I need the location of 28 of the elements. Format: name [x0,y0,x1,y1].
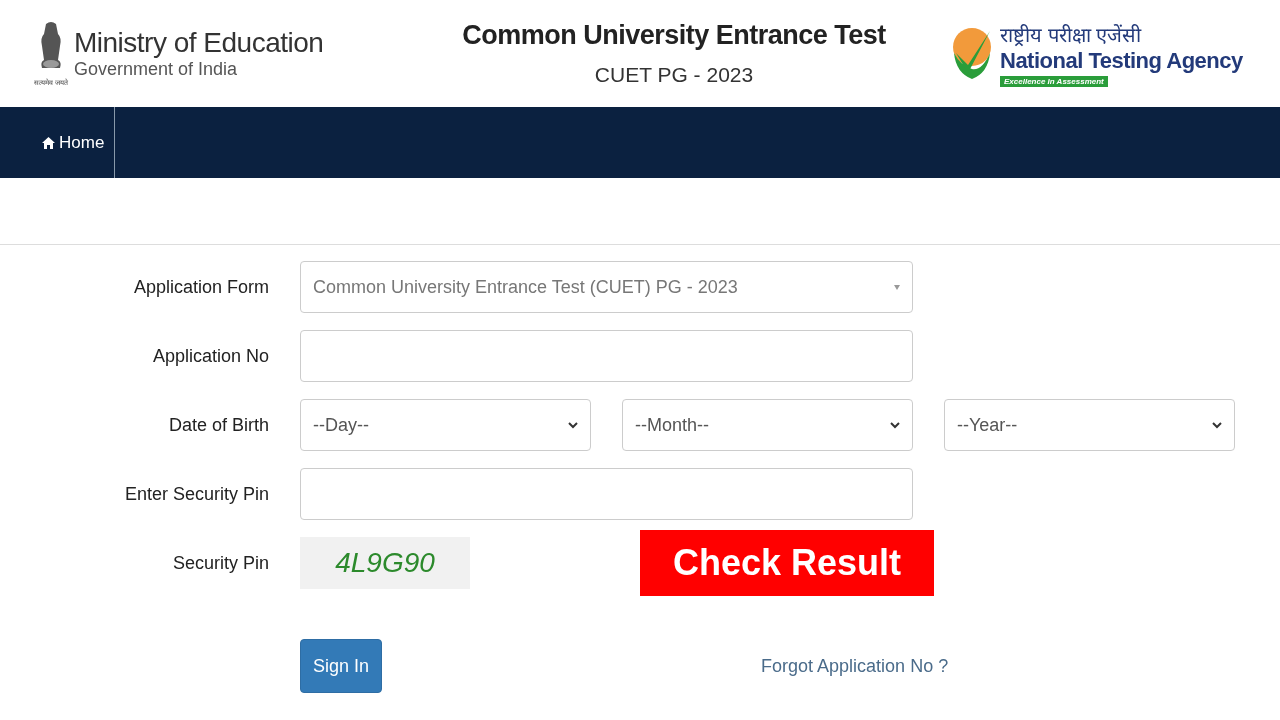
agency-hindi-name: राष्ट्रीय परीक्षा एजेंसी [1000,22,1142,48]
captcha-image: 4L9G90 [300,537,470,589]
sign-in-button[interactable]: Sign In [300,639,383,693]
date-select[interactable]: --Month-- [622,399,913,451]
check-result-banner: Check Result [640,530,934,596]
exam-title: Common University Entrance Test [462,20,886,51]
date-select[interactable]: --Year-- [944,399,1235,451]
input-field[interactable] [300,330,913,382]
field-label: Date of Birth [167,414,269,436]
forgot-application-link[interactable]: Forgot Application No ? [761,655,949,677]
field-label: Enter Security Pin [123,483,269,505]
ministry-title: Ministry of Education [73,27,324,59]
exam-subtitle: CUET PG - 2023 [594,63,754,87]
chevron-icon [568,421,578,429]
application-form-select[interactable]: Common University Entrance Test (CUET) PG - 2023 [300,261,913,313]
ministry-subtitle: Government of India [73,59,239,80]
chevron-icon [890,421,900,429]
date-select[interactable]: --Day-- [300,399,591,451]
caret-icon [894,284,900,290]
chevron-icon [1212,421,1222,429]
agency-tagline: Excellence In Assessment [1000,75,1108,87]
field-label: Security Pin [171,552,269,574]
input-field[interactable] [300,468,913,520]
agency-name: National Testing Agency [1000,47,1243,74]
field-label: Application Form [132,276,269,298]
home-icon [42,136,55,149]
field-label: Application No [151,345,269,367]
home-link[interactable]: Home [0,107,116,178]
